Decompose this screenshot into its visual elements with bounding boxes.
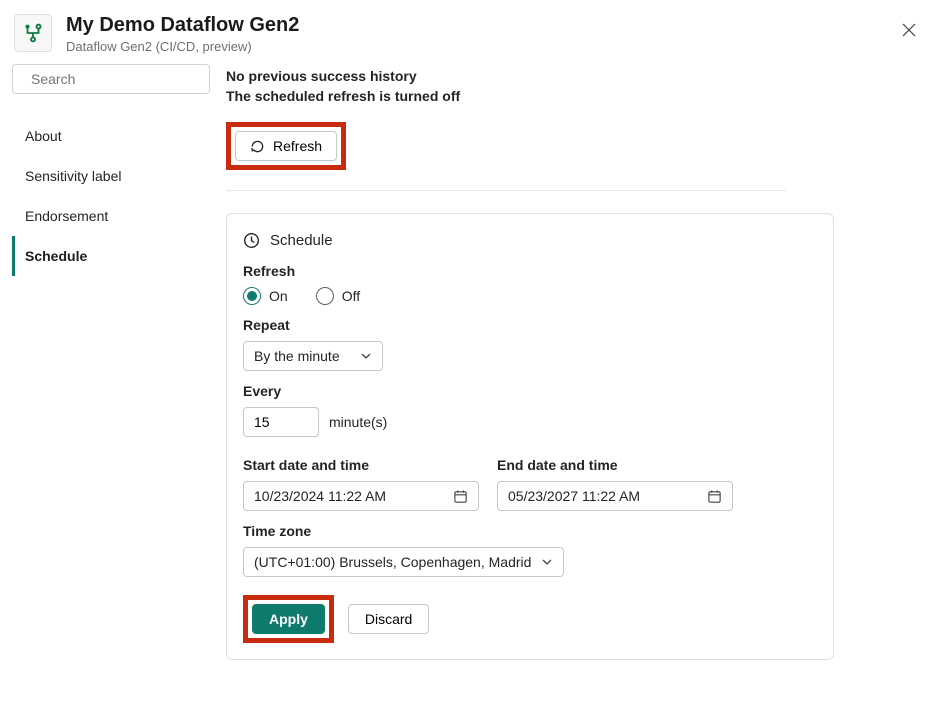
calendar-icon — [707, 489, 722, 504]
dataflow-icon — [14, 14, 52, 52]
refresh-radio-on[interactable]: On — [243, 287, 288, 305]
refresh-button-label: Refresh — [273, 138, 322, 154]
clock-icon — [243, 232, 260, 249]
close-button[interactable] — [899, 20, 919, 40]
repeat-select-value: By the minute — [254, 348, 340, 364]
main-content: No previous success history The schedule… — [222, 64, 933, 707]
refresh-button[interactable]: Refresh — [235, 131, 337, 161]
discard-button[interactable]: Discard — [348, 604, 429, 634]
every-field-label: Every — [243, 383, 817, 399]
refresh-radio-group: On Off — [243, 287, 817, 305]
schedule-panel: Schedule Refresh On Off Repeat By the mi… — [226, 213, 834, 660]
page-subtitle: Dataflow Gen2 (CI/CD, preview) — [66, 39, 299, 54]
start-date-value: 10/23/2024 11:22 AM — [254, 488, 386, 504]
apply-button[interactable]: Apply — [252, 604, 325, 634]
timezone-select-value: (UTC+01:00) Brussels, Copenhagen, Madrid — [254, 554, 531, 570]
dialog-header: My Demo Dataflow Gen2 Dataflow Gen2 (CI/… — [0, 0, 945, 64]
search-input-wrapper[interactable] — [12, 64, 210, 94]
status-refresh-off: The scheduled refresh is turned off — [226, 88, 913, 104]
refresh-highlight: Refresh — [226, 122, 346, 170]
sidebar-item-endorsement[interactable]: Endorsement — [12, 196, 210, 236]
refresh-off-label: Off — [342, 288, 360, 304]
close-icon — [902, 23, 916, 37]
chevron-down-icon — [360, 350, 372, 362]
refresh-icon — [250, 139, 265, 154]
repeat-select[interactable]: By the minute — [243, 341, 383, 371]
sidebar-item-about[interactable]: About — [12, 116, 210, 156]
discard-button-label: Discard — [365, 611, 412, 627]
refresh-radio-off[interactable]: Off — [316, 287, 360, 305]
start-date-label: Start date and time — [243, 457, 479, 473]
end-date-input[interactable]: 05/23/2027 11:22 AM — [497, 481, 733, 511]
refresh-field-label: Refresh — [243, 263, 817, 279]
every-unit: minute(s) — [329, 414, 387, 430]
refresh-on-label: On — [269, 288, 288, 304]
calendar-icon — [453, 489, 468, 504]
timezone-select[interactable]: (UTC+01:00) Brussels, Copenhagen, Madrid — [243, 547, 564, 577]
start-date-input[interactable]: 10/23/2024 11:22 AM — [243, 481, 479, 511]
end-date-value: 05/23/2027 11:22 AM — [508, 488, 640, 504]
schedule-panel-header: Schedule — [243, 232, 817, 249]
timezone-field-label: Time zone — [243, 523, 817, 539]
search-input[interactable] — [31, 71, 212, 87]
every-input[interactable] — [243, 407, 319, 437]
chevron-down-icon — [541, 556, 553, 568]
schedule-panel-title: Schedule — [270, 232, 333, 249]
repeat-field-label: Repeat — [243, 317, 817, 333]
radio-icon — [243, 287, 261, 305]
sidebar: About Sensitivity label Endorsement Sche… — [12, 64, 222, 707]
sidebar-item-sensitivity-label[interactable]: Sensitivity label — [12, 156, 210, 196]
page-title: My Demo Dataflow Gen2 — [66, 14, 299, 37]
status-no-history: No previous success history — [226, 68, 913, 84]
apply-button-label: Apply — [269, 611, 308, 627]
radio-icon — [316, 287, 334, 305]
apply-highlight: Apply — [243, 595, 334, 643]
divider — [226, 190, 786, 191]
end-date-label: End date and time — [497, 457, 733, 473]
sidebar-item-schedule[interactable]: Schedule — [12, 236, 210, 276]
